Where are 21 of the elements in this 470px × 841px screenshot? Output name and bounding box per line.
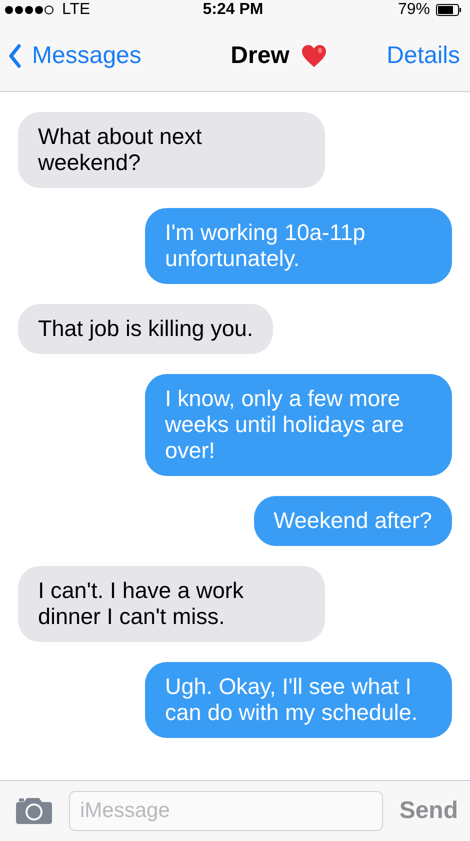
clock-time: 5:24 PM [202,1,264,19]
chevron-left-icon [8,44,22,68]
sent-message: I know, only a few more weeks until holidays are over! [145,374,452,476]
received-message: That job is killing you. [18,304,274,354]
sent-message: Weekend after? [254,496,452,546]
message-field[interactable]: iMessage [69,791,384,831]
battery-icon [436,4,462,16]
send-button[interactable]: Send [399,797,458,825]
sent-message: I'm working 10a-11p unfortunately. [145,208,452,284]
heart-icon [301,44,328,68]
carrier-label: LTE [62,1,90,19]
back-button[interactable]: Messages [8,42,142,70]
sent-message: Ugh. Okay, I'll see what I can do with my schedule. [145,662,452,738]
camera-button[interactable] [15,796,53,826]
contact-name: Drew [230,42,290,70]
signal-icon [4,4,54,16]
battery-percent: 79% [398,1,430,19]
details-button[interactable]: Details [386,42,460,70]
received-message: I can't. I have a work dinner I can't miss. [18,566,325,642]
camera-icon [15,796,53,826]
received-message: What about next weekend? [18,112,325,188]
